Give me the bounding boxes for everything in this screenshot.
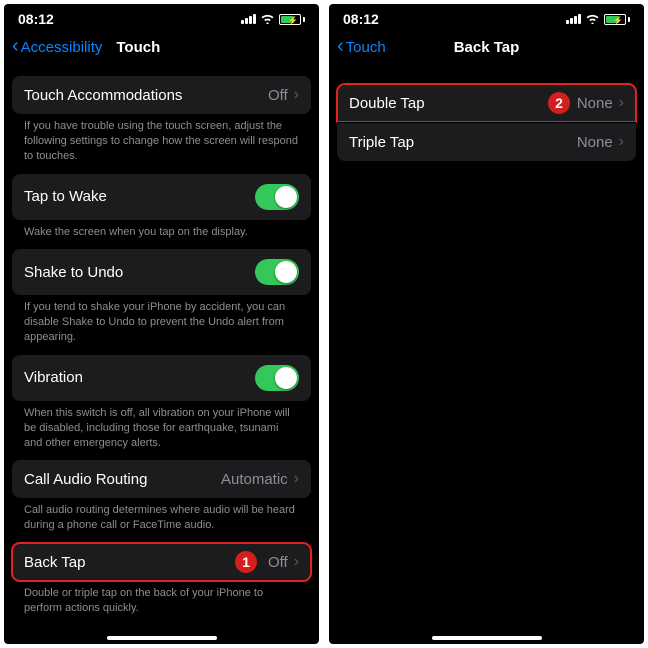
status-icons: ⚡ xyxy=(241,12,305,27)
back-label: Accessibility xyxy=(21,39,103,56)
row-call-audio-routing[interactable]: Call Audio Routing Automatic › xyxy=(12,460,311,498)
row-tap-to-wake[interactable]: Tap to Wake xyxy=(12,174,311,220)
clock: 08:12 xyxy=(18,11,54,27)
back-button[interactable]: ‹ Accessibility xyxy=(12,38,102,56)
chevron-right-icon: › xyxy=(294,86,299,104)
row-value: Automatic xyxy=(221,471,288,488)
row-back-tap[interactable]: Back Tap 1 Off › xyxy=(12,543,311,581)
toggle-shake-to-undo[interactable] xyxy=(255,259,299,285)
status-icons: ⚡ xyxy=(566,12,630,27)
content: Touch Accommodations Off › If you have tr… xyxy=(4,66,319,644)
back-button[interactable]: ‹ Touch xyxy=(337,38,386,56)
nav-bar: ‹ Accessibility Touch xyxy=(4,30,319,66)
chevron-right-icon: › xyxy=(294,470,299,488)
chevron-right-icon: › xyxy=(619,133,624,151)
toggle-tap-to-wake[interactable] xyxy=(255,184,299,210)
row-footer: Wake the screen when you tap on the disp… xyxy=(12,220,311,240)
row-shake-to-undo[interactable]: Shake to Undo xyxy=(12,249,311,295)
row-footer: If you have trouble using the touch scre… xyxy=(12,114,311,164)
row-label: Back Tap xyxy=(24,554,85,571)
phone-left: 08:12 ⚡ ‹ Accessibility Touch Touch Acco… xyxy=(4,4,319,644)
signal-icon xyxy=(241,14,256,24)
row-value: Off xyxy=(268,87,288,104)
home-indicator[interactable] xyxy=(107,636,217,640)
row-label: Double Tap xyxy=(349,95,425,112)
signal-icon xyxy=(566,14,581,24)
toggle-vibration[interactable] xyxy=(255,365,299,391)
chevron-left-icon: ‹ xyxy=(337,36,344,56)
row-triple-tap[interactable]: Triple Tap None › xyxy=(337,122,636,161)
home-indicator[interactable] xyxy=(432,636,542,640)
row-label: Vibration xyxy=(24,369,83,386)
clock: 08:12 xyxy=(343,11,379,27)
row-double-tap[interactable]: Double Tap 2 None › xyxy=(337,84,636,122)
row-value: None xyxy=(577,134,613,151)
row-label: Triple Tap xyxy=(349,134,414,151)
status-bar: 08:12 ⚡ xyxy=(4,4,319,30)
row-label: Call Audio Routing xyxy=(24,471,147,488)
content: Double Tap 2 None › Triple Tap None › xyxy=(329,66,644,644)
row-footer: When this switch is off, all vibration o… xyxy=(12,401,311,451)
row-label: Shake to Undo xyxy=(24,264,123,281)
row-vibration[interactable]: Vibration xyxy=(12,355,311,401)
row-footer: Call audio routing determines where audi… xyxy=(12,498,311,533)
battery-icon: ⚡ xyxy=(279,14,305,25)
wifi-icon xyxy=(585,12,600,27)
page-title: Back Tap xyxy=(454,39,520,56)
row-label: Touch Accommodations xyxy=(24,87,182,104)
row-value: None xyxy=(577,95,613,112)
row-touch-accommodations[interactable]: Touch Accommodations Off › xyxy=(12,76,311,114)
chevron-left-icon: ‹ xyxy=(12,36,19,56)
phone-right: 08:12 ⚡ ‹ Touch Back Tap Double Tap 2 No… xyxy=(329,4,644,644)
annotation-badge-2: 2 xyxy=(548,92,570,114)
row-footer: If you tend to shake your iPhone by acci… xyxy=(12,295,311,345)
chevron-right-icon: › xyxy=(294,553,299,571)
row-footer: Double or triple tap on the back of your… xyxy=(12,581,311,616)
page-title: Touch xyxy=(116,39,160,56)
nav-bar: ‹ Touch Back Tap xyxy=(329,30,644,66)
status-bar: 08:12 ⚡ xyxy=(329,4,644,30)
back-label: Touch xyxy=(346,39,386,56)
row-value: Off xyxy=(268,554,288,571)
annotation-badge-1: 1 xyxy=(235,551,257,573)
wifi-icon xyxy=(260,12,275,27)
battery-icon: ⚡ xyxy=(604,14,630,25)
chevron-right-icon: › xyxy=(619,94,624,112)
row-label: Tap to Wake xyxy=(24,188,107,205)
